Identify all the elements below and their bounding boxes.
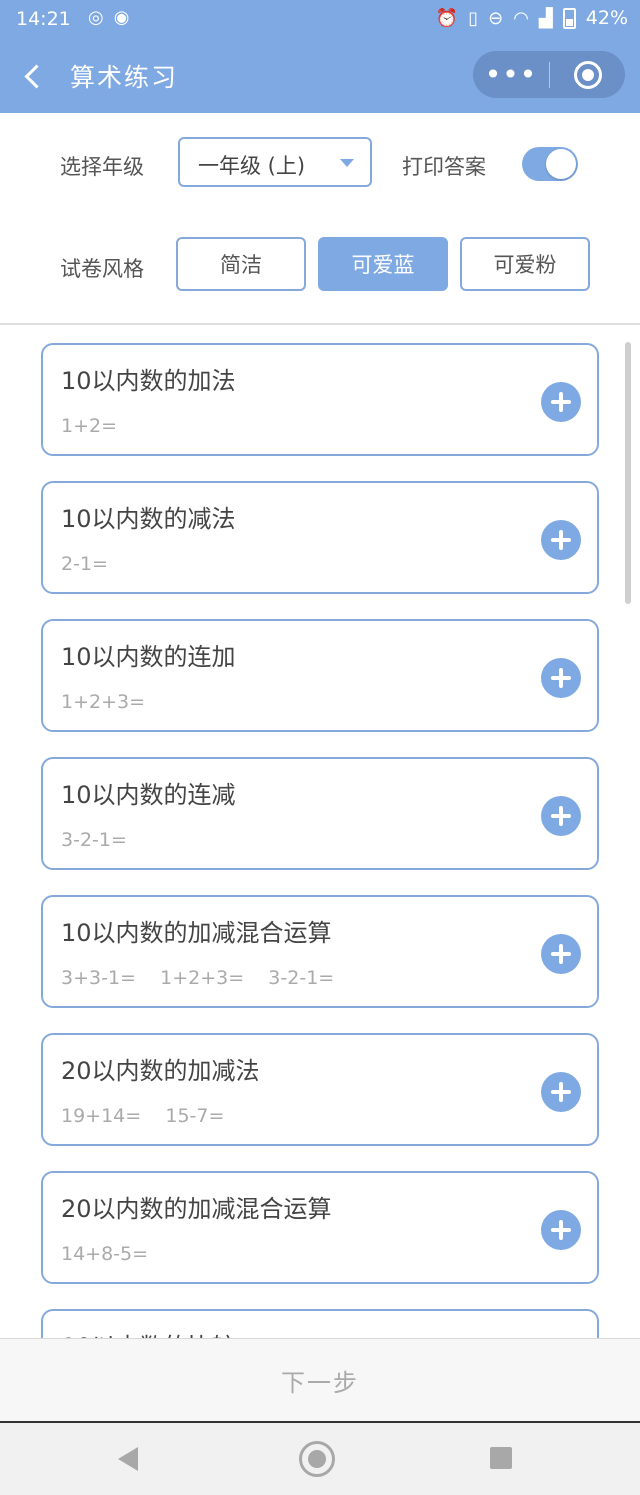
exercise-card[interactable]: 10以内数的连加 1+2+3= [41,619,599,732]
grade-value: 一年级 (上) [198,154,306,178]
style-button-simple[interactable]: 简洁 [176,237,306,291]
target-icon [573,60,602,89]
wifi-icon: ◠ [513,7,529,29]
grade-label: 选择年级 [60,155,144,179]
caret-down-icon [340,159,354,167]
exercise-title: 20以内数的加减法 [61,1057,260,1085]
status-time: 14:21 [16,8,71,30]
alarm-icon: ⏰ [435,7,459,29]
mini-program-capsule: ••• [473,51,625,98]
exercise-example: 3-2-1= [61,829,127,851]
status-right: ⏰ ▯ ⊖ ◠ ▟ 42% [436,7,628,29]
nav-back-icon[interactable] [118,1447,138,1471]
exercise-title: 10以内数的连减 [61,781,236,809]
exercise-title: 10以内数的加法 [61,367,236,395]
add-icon[interactable] [541,796,581,836]
scrollbar[interactable] [625,342,631,604]
exercise-card[interactable]: 10以内数的加法 1+2= [41,343,599,456]
exercise-title: 20以内数的加减混合运算 [61,1195,332,1223]
exercise-card[interactable]: 20以内数的加减法 19+14= 15-7= [41,1033,599,1146]
exercise-title: 10以内数的减法 [61,505,236,533]
exercise-card[interactable]: 10以内数的连减 3-2-1= [41,757,599,870]
nav-recents-icon[interactable] [490,1447,512,1469]
bottom-bar: 下一步 [0,1338,640,1423]
add-icon[interactable] [541,934,581,974]
style-button-cute-pink[interactable]: 可爱粉 [460,237,590,291]
exercise-card[interactable]: 10以内数的加减混合运算 3+3-1= 1+2+3= 3-2-1= [41,895,599,1008]
exercise-card[interactable]: 10以内数的比较 [41,1309,599,1338]
style-label: 试卷风格 [60,257,144,281]
exercise-list[interactable]: 10以内数的加法 1+2= 10以内数的减法 2-1= 10以内数的连加 1+2… [0,325,640,1338]
exercise-card[interactable]: 10以内数的减法 2-1= [41,481,599,594]
add-icon[interactable] [541,658,581,698]
back-button[interactable] [18,56,54,96]
grade-select[interactable]: 一年级 (上) [178,137,372,187]
do-not-disturb-icon: ⊖ [488,7,504,29]
exercise-example: 19+14= 15-7= [61,1105,225,1127]
vibrate-icon: ▯ [468,7,479,29]
battery-icon [562,7,576,29]
exercise-example: 2-1= [61,553,108,575]
add-icon[interactable] [541,520,581,560]
nav-bar: 算术练习 ••• [0,38,640,113]
signal-icon: ▟ [538,7,553,29]
style-button-cute-blue[interactable]: 可爱蓝 [318,237,448,291]
exercise-title: 10以内数的连加 [61,643,236,671]
exercise-title: 10以内数的加减混合运算 [61,919,332,947]
toggle-knob [546,149,576,179]
system-navigation-bar [0,1423,640,1495]
status-bar: 14:21 ◎ ◉ ⏰ ▯ ⊖ ◠ ▟ 42% [0,0,640,38]
exercise-card[interactable]: 20以内数的加减混合运算 14+8-5= [41,1171,599,1284]
status-left-icons: ◎ ◉ [88,7,129,28]
nav-home-icon[interactable] [299,1441,335,1477]
more-button[interactable]: ••• [473,60,549,88]
page-title: 算术练习 [70,63,179,92]
exercise-title: 10以内数的比较 [61,1327,236,1338]
add-icon[interactable] [541,1210,581,1250]
next-step-button[interactable]: 下一步 [0,1339,640,1422]
exercise-example: 3+3-1= 1+2+3= 3-2-1= [61,967,335,989]
exercise-example: 14+8-5= [61,1243,149,1265]
exercise-example: 1+2= [61,415,118,437]
add-icon[interactable] [541,382,581,422]
netease-app-icon: ◉ [113,7,130,28]
battery-percent: 42% [585,7,628,29]
app-header: 14:21 ◎ ◉ ⏰ ▯ ⊖ ◠ ▟ 42% 算术练习 ••• [0,0,640,113]
print-answer-toggle[interactable] [522,147,578,181]
netease-cloud-music-icon: ◎ [88,7,104,28]
settings-panel: 选择年级 一年级 (上) 打印答案 试卷风格 简洁 可爱蓝 可爱粉 [0,113,640,325]
exercise-example: 1+2+3= [61,691,146,713]
chevron-left-icon [23,63,49,89]
add-icon[interactable] [541,1072,581,1112]
close-mini-program-button[interactable] [550,60,625,89]
print-answer-label: 打印答案 [402,155,486,179]
